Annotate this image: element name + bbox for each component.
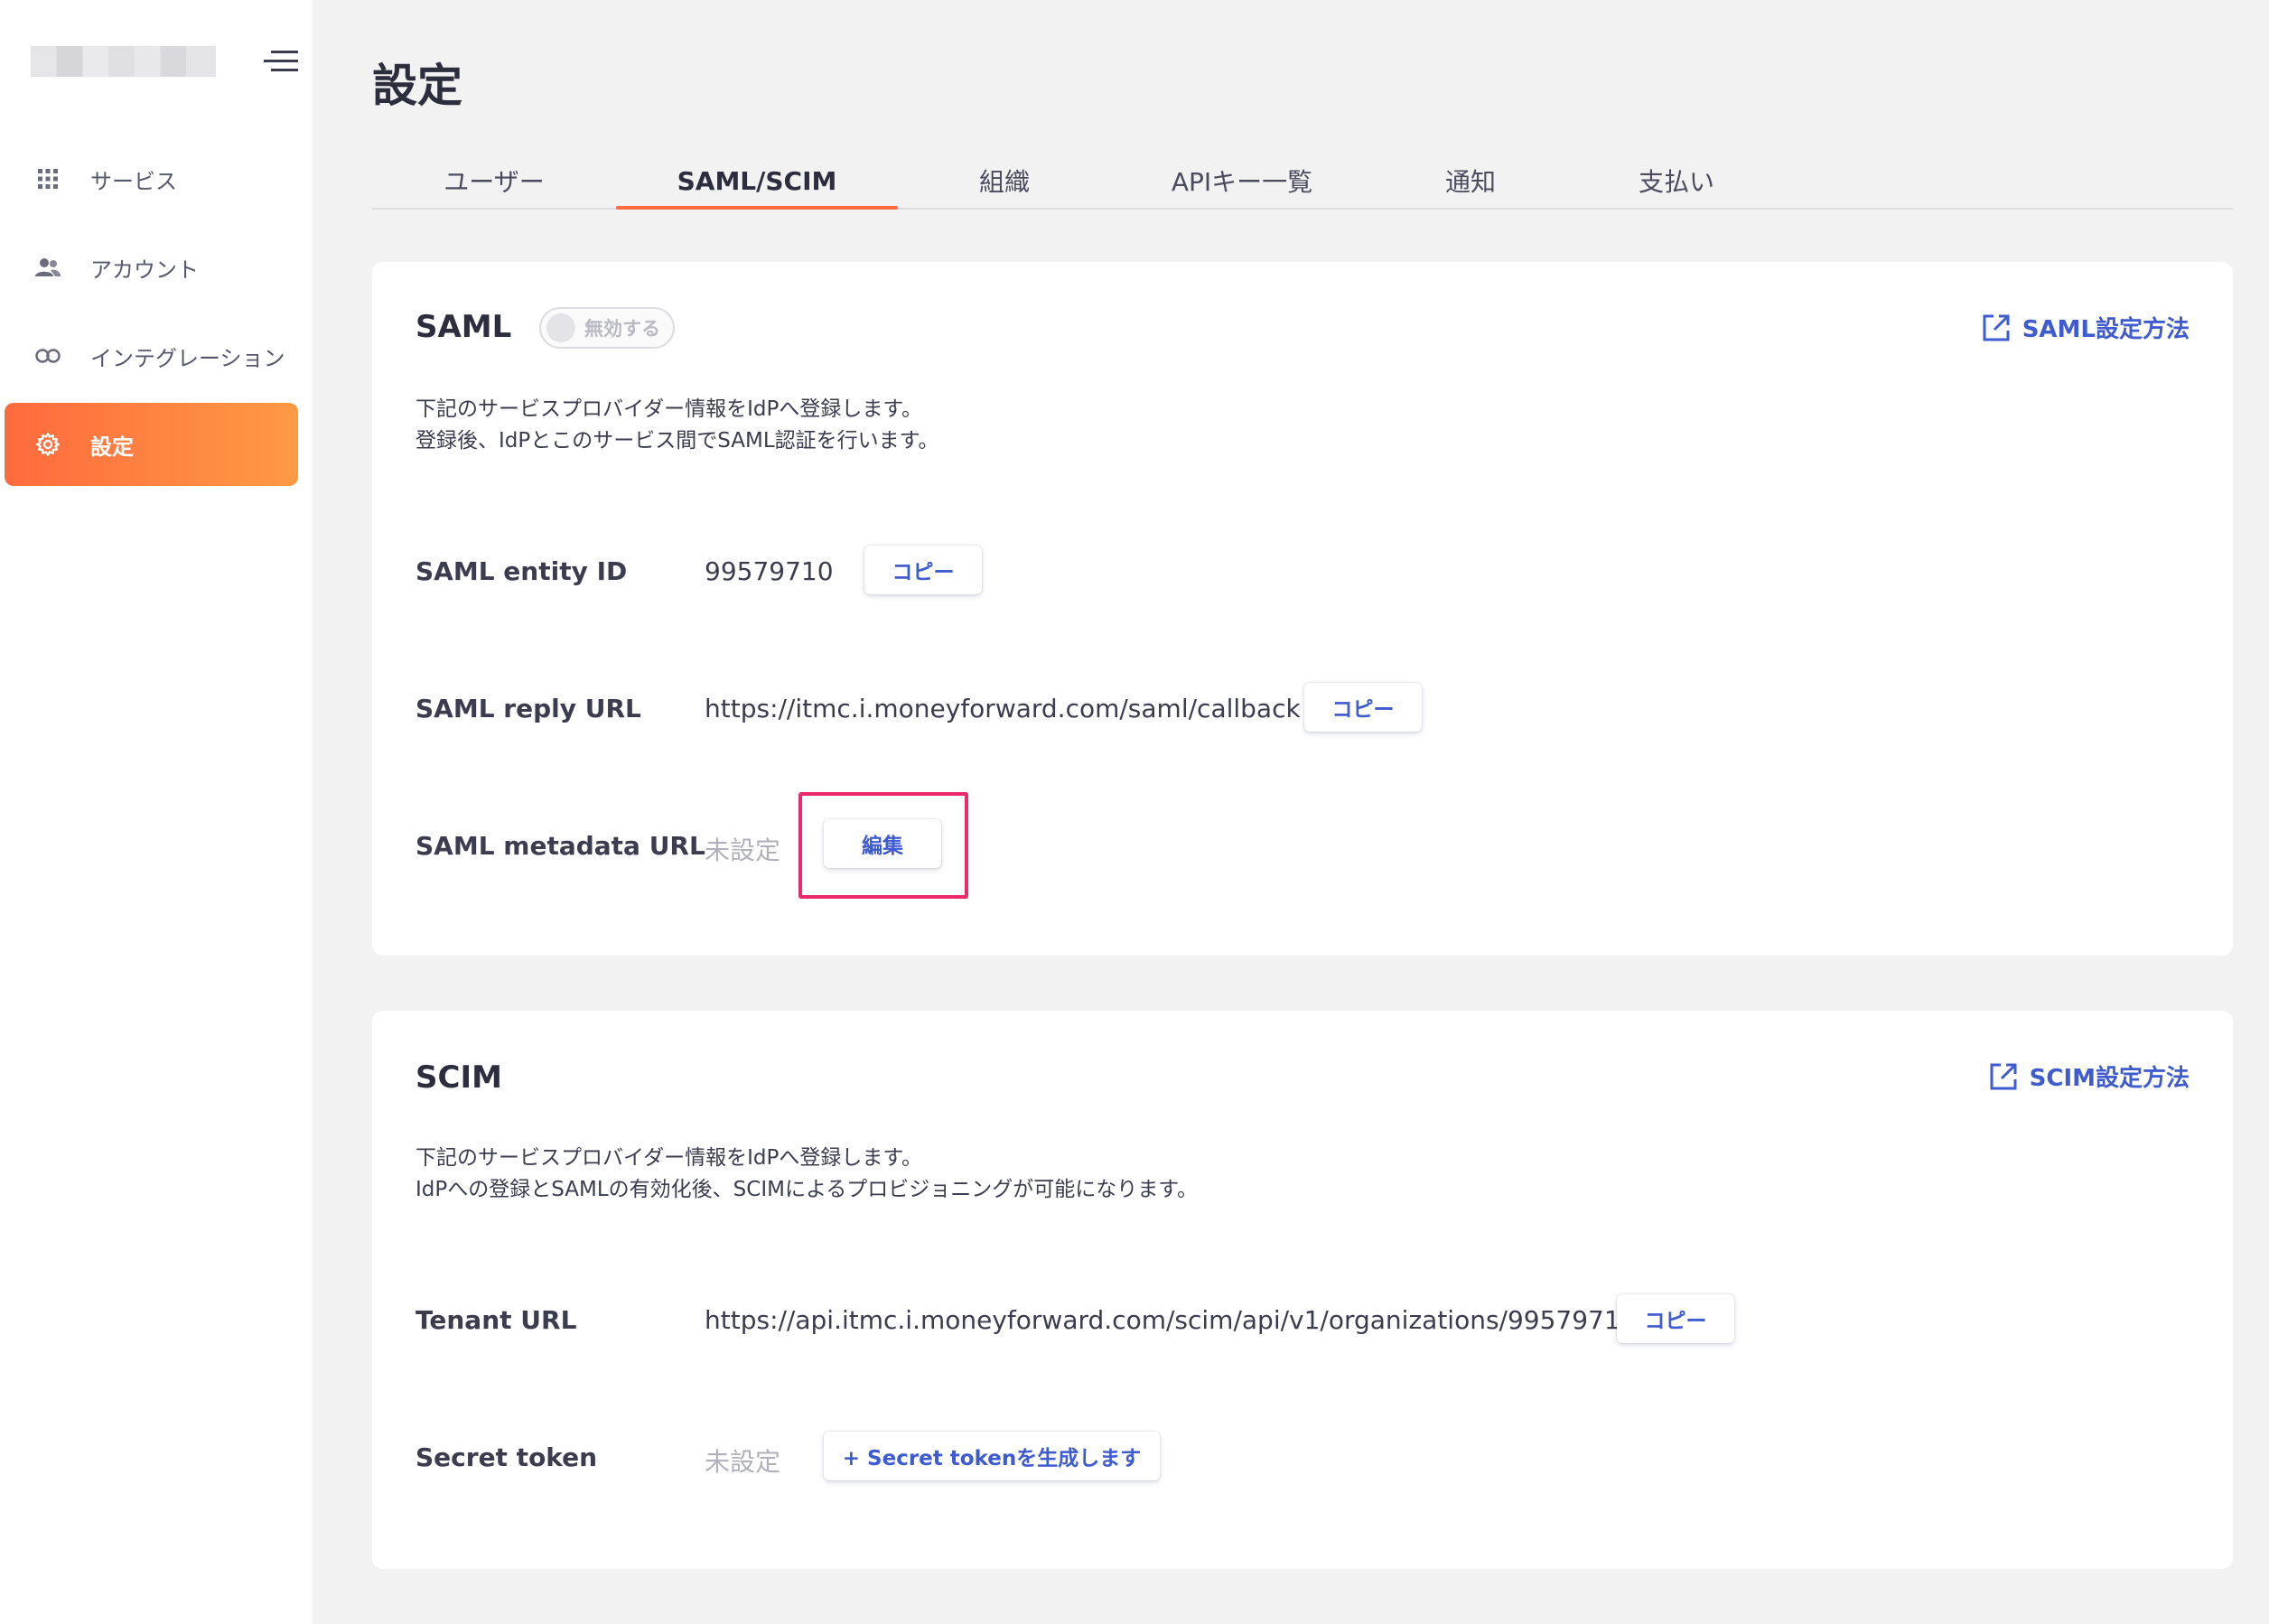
scim-title: SCIM [416,1059,502,1096]
saml-guide-link-label: SAML設定方法 [2022,316,2190,343]
tenant-url-value: https://api.itmc.i.moneyforward.com/scim… [705,1305,1637,1335]
scim-description-line1: 下記のサービスプロバイダー情報をIdPへ登録します。 [416,1146,923,1170]
external-link-icon [1981,313,2012,343]
copy-entity-id-button[interactable]: コピー [864,546,982,594]
saml-guide-link[interactable]: SAML設定方法 [1981,311,2190,344]
sidebar-item-integrations[interactable]: インテグレーション [5,314,298,397]
sidebar-item-label: インテグレーション [90,345,285,371]
menu-toggle-icon[interactable] [264,49,298,74]
tab-payments[interactable]: 支払い [1568,154,1785,208]
scim-description: 下記のサービスプロバイダー情報をIdPへ登録します。 IdPへの登録とSAMLの… [416,1143,1198,1206]
saml-description-line1: 下記のサービスプロバイダー情報をIdPへ登録します。 [416,397,923,421]
saml-description: 下記のサービスプロバイダー情報をIdPへ登録します。 登録後、IdPとこのサービ… [416,394,938,457]
sidebar-item-services[interactable]: サービス [5,137,298,220]
scim-guide-link[interactable]: SCIM設定方法 [1988,1059,2190,1093]
tab-users[interactable]: ユーザー [372,154,616,208]
toggle-label: 無効する [584,318,660,340]
saml-metadata-url-value: 未設定 [705,835,781,865]
copy-tenant-url-button[interactable]: コピー [1617,1294,1734,1343]
sidebar-item-label: アカウント [90,257,199,283]
sidebar: サービス アカウント インテグレーション 設定 [0,0,313,1624]
saml-entity-id-label: SAML entity ID [416,556,628,586]
link-icon [34,342,61,369]
copy-reply-url-button[interactable]: コピー [1304,683,1422,732]
sidebar-item-label: 設定 [90,434,134,460]
sidebar-item-label: サービス [90,168,177,194]
grid-icon [34,165,61,192]
sidebar-item-accounts[interactable]: アカウント [5,226,298,309]
saml-title: SAML [416,309,512,345]
tab-notifications[interactable]: 通知 [1373,154,1568,208]
scim-guide-link-label: SCIM設定方法 [2029,1065,2190,1092]
toggle-knob [546,313,575,342]
highlight-box [798,792,968,899]
app-logo[interactable] [31,46,216,77]
tenant-url-label: Tenant URL [416,1305,577,1335]
tab-saml-scim[interactable]: SAML/SCIM [616,154,898,210]
saml-reply-url-label: SAML reply URL [416,694,641,723]
saml-reply-url-value: https://itmc.i.moneyforward.com/saml/cal… [705,694,1301,723]
settings-tabs: ユーザー SAML/SCIM 組織 APIキー一覧 通知 支払い [372,154,2233,210]
secret-token-value: 未設定 [705,1447,781,1477]
page-title: 設定 [372,60,462,112]
saml-description-line2: 登録後、IdPとこのサービス間でSAML認証を行います。 [416,429,939,453]
saml-enable-toggle[interactable]: 無効する [539,307,675,349]
saml-metadata-url-label: SAML metadata URL [416,831,705,861]
tab-organization[interactable]: 組織 [898,154,1111,208]
sidebar-item-settings[interactable]: 設定 [5,403,298,486]
secret-token-label: Secret token [416,1442,598,1472]
scim-card: SCIM SCIM設定方法 下記のサービスプロバイダー情報をIdPへ登録します。… [372,1011,2233,1569]
generate-secret-token-button[interactable]: + Secret tokenを生成します [824,1432,1160,1480]
scim-description-line2: IdPへの登録とSAMLの有効化後、SCIMによるプロビジョニングが可能になりま… [416,1178,1198,1201]
gear-icon [34,431,61,458]
saml-card: SAML 無効する SAML設定方法 下記のサービスプロバイダー情報をIdPへ登… [372,262,2233,956]
tab-api-keys[interactable]: APIキー一覧 [1111,154,1373,208]
saml-entity-id-value: 99579710 [705,556,834,586]
users-icon [34,254,61,281]
external-link-icon [1988,1061,2019,1092]
